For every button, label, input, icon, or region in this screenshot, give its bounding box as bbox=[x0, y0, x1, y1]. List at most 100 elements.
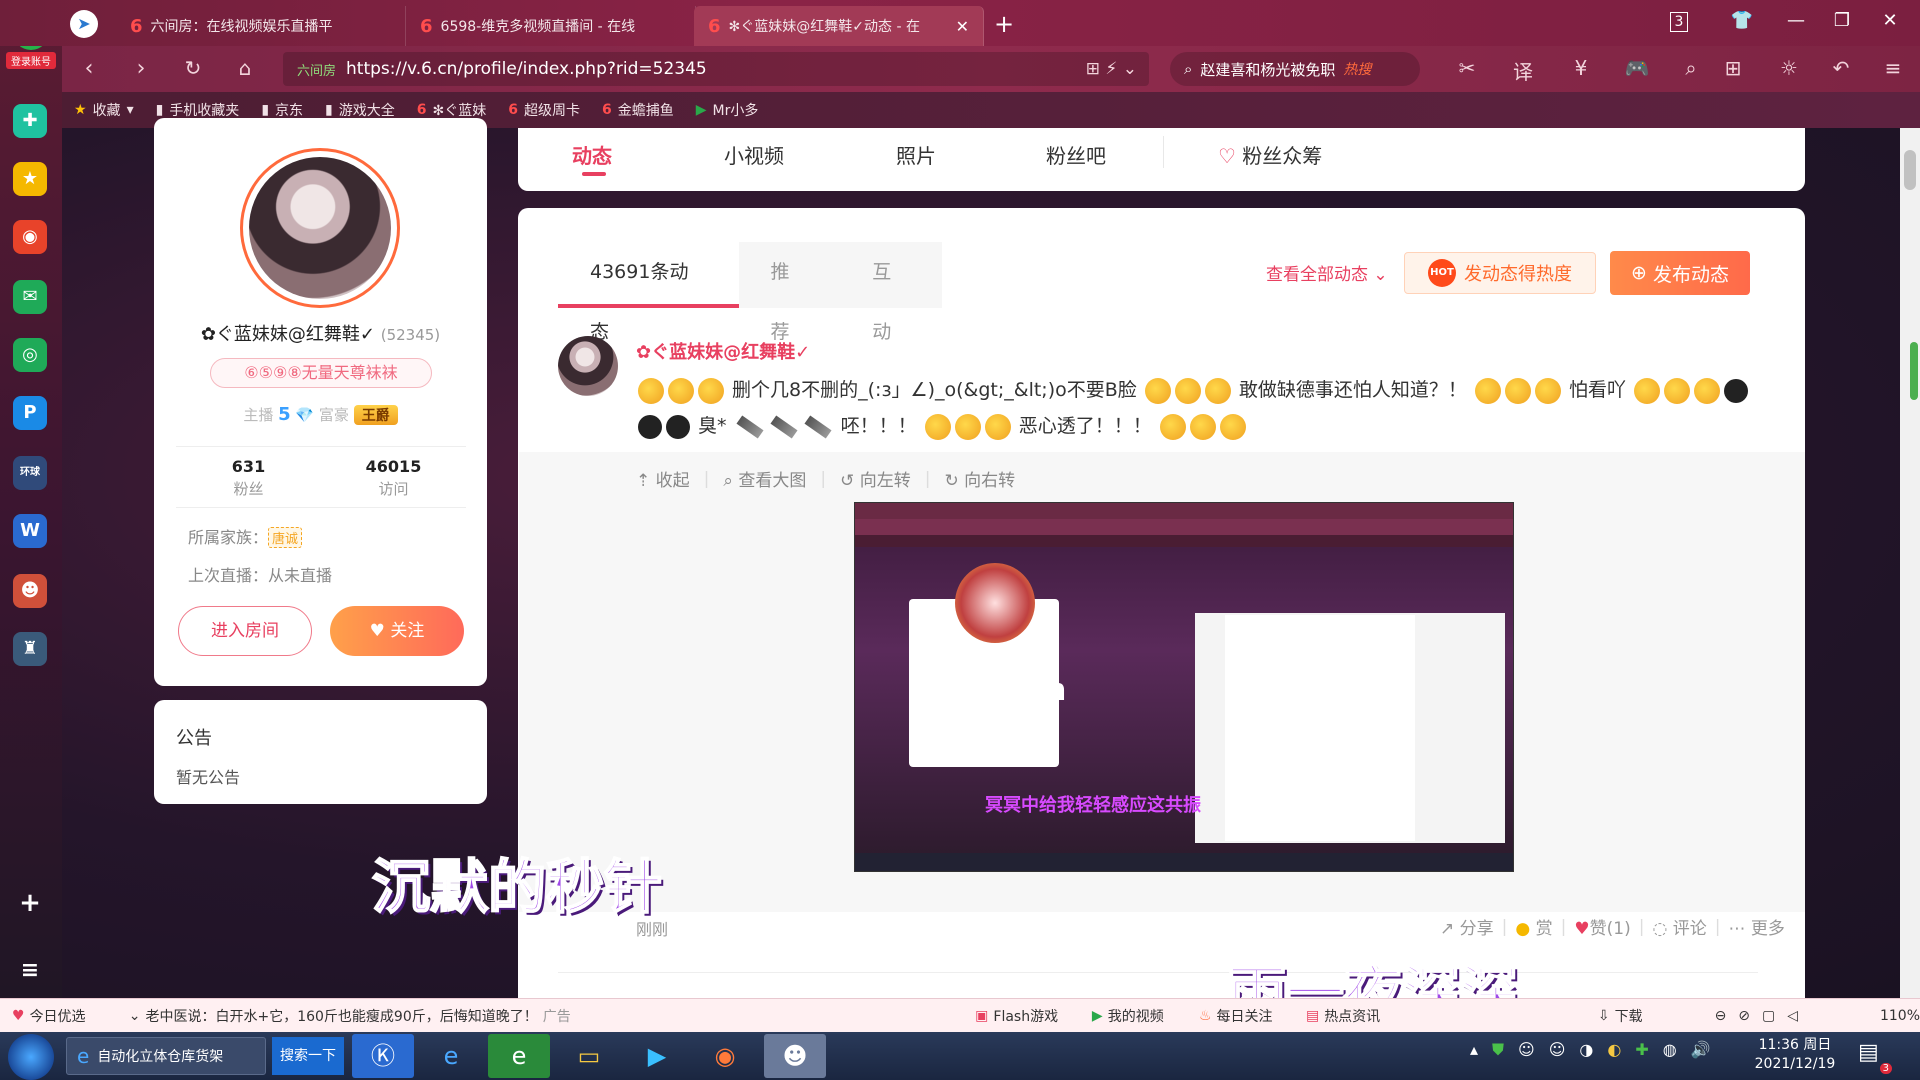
close-window-button[interactable]: ✕ bbox=[1870, 10, 1910, 31]
share-button[interactable]: ↗ 分享 bbox=[1440, 914, 1494, 939]
rotate-right-button[interactable]: ↻ 向右转 bbox=[944, 466, 1015, 491]
tab-short-videos[interactable]: 小视频 bbox=[724, 140, 784, 169]
notification-icon[interactable]: ▤ 3 bbox=[1858, 1040, 1892, 1074]
game-face-icon[interactable]: ☻ bbox=[13, 574, 47, 608]
post-author-name[interactable]: ✿ぐ蓝妹妹@红舞鞋✓ bbox=[636, 338, 810, 364]
family-badge[interactable]: 唐诚 bbox=[268, 527, 303, 548]
taskbar-folder-icon[interactable]: ▭ bbox=[558, 1034, 620, 1078]
taskbar-ie-icon[interactable]: e bbox=[420, 1034, 482, 1078]
forward-button[interactable]: › bbox=[126, 56, 156, 81]
daily-focus-link[interactable]: ♨ 每日关注 bbox=[1199, 1006, 1306, 1026]
new-tab-button[interactable]: + bbox=[984, 10, 1024, 38]
tab-photos[interactable]: 照片 bbox=[896, 140, 936, 169]
send-icon[interactable]: ➤ bbox=[70, 10, 98, 38]
bookmark-item[interactable]: ▮ 京东 bbox=[261, 100, 303, 120]
bookmark-item[interactable]: 6 ✻ぐ蓝妹 bbox=[417, 100, 486, 120]
status-tools[interactable]: ⊖⊘▢◁ bbox=[1715, 1008, 1880, 1024]
scrollbar-thumb[interactable] bbox=[1904, 150, 1916, 190]
start-button[interactable] bbox=[8, 1034, 54, 1080]
rotate-left-button[interactable]: ↺ 向左转 bbox=[840, 466, 911, 491]
feed-tab-interact[interactable]: 互动 bbox=[840, 242, 942, 343]
taskbar-6cn-icon[interactable]: ☻ bbox=[764, 1034, 826, 1078]
mail-icon[interactable]: ✉ bbox=[13, 280, 47, 314]
p-app-icon[interactable]: P bbox=[13, 396, 47, 430]
translate-icon[interactable]: 译 bbox=[1508, 56, 1538, 85]
hot-news-link[interactable]: ▤ 热点资讯 bbox=[1306, 1006, 1598, 1026]
collapse-button[interactable]: ⇡ 收起 bbox=[636, 466, 690, 491]
shirt-icon[interactable]: 👕 bbox=[1722, 10, 1762, 31]
url-tools-icon[interactable]: ⊞ ⚡ ⌄ bbox=[1086, 59, 1137, 79]
tab-counter[interactable]: 3 bbox=[1670, 12, 1688, 32]
scissors-icon[interactable]: ✂ bbox=[1452, 56, 1482, 80]
maximize-button[interactable]: ❐ bbox=[1822, 10, 1862, 31]
search-input[interactable]: ⌕ 赵建喜和杨光被免职 热搜 bbox=[1170, 52, 1420, 86]
like-button[interactable]: ♥赞(1) bbox=[1574, 914, 1630, 939]
tank-game-icon[interactable]: ♜ bbox=[13, 632, 47, 666]
tab-profile-active[interactable]: 6 ✻ぐ蓝妹妹@红舞鞋✓动态 - 在 ✕ bbox=[694, 6, 984, 46]
taskbar-k-icon[interactable]: Ⓚ bbox=[352, 1034, 414, 1078]
profile-avatar[interactable] bbox=[240, 148, 400, 308]
bookmark-item[interactable]: ▮ 手机收藏夹 bbox=[156, 100, 240, 120]
today-picks[interactable]: ♥ 今日优选 bbox=[12, 1006, 129, 1026]
tab-fan-club[interactable]: 粉丝吧 bbox=[1046, 140, 1106, 169]
bookmark-item[interactable]: ▶ Mr小多 bbox=[696, 100, 759, 120]
bookmark-item[interactable]: ★ 收藏 ▾ bbox=[74, 100, 134, 120]
undo-icon[interactable]: ↶ bbox=[1826, 56, 1856, 80]
taskbar-chrome-icon[interactable]: ◉ bbox=[694, 1034, 756, 1078]
flash-games-link[interactable]: ▣ Flash游戏 bbox=[975, 1006, 1092, 1026]
system-tray[interactable]: ▴ ⛊ ☺ ☺ ◑ ◐ ✚ ◍ 🔊 bbox=[1470, 1040, 1711, 1060]
back-button[interactable]: ‹ bbox=[74, 56, 104, 81]
taskbar-player-icon[interactable]: ▶ bbox=[626, 1034, 688, 1078]
view-all-dropdown[interactable]: 查看全部动态 ⌄ bbox=[1266, 260, 1388, 285]
plus-app-icon[interactable]: ✚ bbox=[13, 104, 47, 138]
view-large-button[interactable]: ⌕ 查看大图 bbox=[723, 466, 806, 491]
browser-menu-icon[interactable]: ≡ bbox=[1878, 56, 1908, 80]
grid-icon[interactable]: ⊞ bbox=[1718, 56, 1748, 80]
bookmark-item[interactable]: 6 金蟾捕鱼 bbox=[602, 100, 674, 120]
weibo-icon[interactable]: ◉ bbox=[13, 220, 47, 254]
login-account-button[interactable]: 登录账号 bbox=[6, 52, 56, 69]
tab-6598-live[interactable]: 6 6598-维克多视频直播间 - 在线 bbox=[406, 6, 696, 46]
downloads-link[interactable]: ⇩ 下载 bbox=[1598, 1006, 1715, 1026]
feed-tab-all[interactable]: 43691条动态 bbox=[558, 242, 739, 343]
tab-feed[interactable]: 动态 bbox=[572, 140, 612, 169]
reload-button[interactable]: ↻ bbox=[178, 56, 208, 80]
brightness-icon[interactable]: ☼ bbox=[1774, 56, 1804, 80]
tab-6cn-home[interactable]: 6 六间房：在线视频娱乐直播平 bbox=[116, 6, 406, 46]
vertical-scrollbar[interactable] bbox=[1900, 128, 1920, 998]
taskbar-search-button[interactable]: 搜索一下 bbox=[272, 1037, 344, 1075]
add-icon[interactable]: + bbox=[13, 886, 47, 920]
publish-button[interactable]: ⊕ 发布动态 bbox=[1610, 251, 1750, 295]
word-doc-icon[interactable]: W bbox=[13, 514, 47, 548]
close-tab-icon[interactable]: ✕ bbox=[956, 17, 969, 36]
bookmark-item[interactable]: 6 超级周卡 bbox=[508, 100, 580, 120]
comment-button[interactable]: ◌ 评论 bbox=[1652, 914, 1706, 939]
reward-button[interactable]: ● 赏 bbox=[1515, 914, 1552, 939]
news-ticker[interactable]: ⌄ 老中医说：白开水+它，160斤也能瘦成90斤，后悔知道晚了！ 广告 bbox=[129, 1006, 975, 1026]
feed-tab-recommend[interactable]: 推荐 bbox=[738, 242, 841, 343]
taskbar-clock[interactable]: 11:36 周日 2021/12/19 bbox=[1750, 1036, 1840, 1074]
magnifier-icon[interactable]: ⌕ bbox=[1676, 56, 1706, 80]
bookmark-item[interactable]: ▮ 游戏大全 bbox=[325, 100, 395, 120]
game-app-icon[interactable]: 环球 bbox=[13, 456, 47, 490]
hot-post-button[interactable]: HOT 发动态得热度 bbox=[1404, 252, 1596, 294]
more-button[interactable]: ⋯ 更多 bbox=[1728, 914, 1784, 939]
taskbar-browser-icon[interactable]: e bbox=[488, 1034, 550, 1078]
post-author-avatar[interactable] bbox=[558, 336, 618, 396]
fans-stat[interactable]: 631 粉丝 bbox=[176, 447, 321, 507]
my-videos-link[interactable]: ▶ 我的视频 bbox=[1092, 1006, 1199, 1026]
enter-room-button[interactable]: 进入房间 bbox=[178, 606, 312, 656]
taskbar-ie-window[interactable]: e 自动化立体仓库货架 bbox=[66, 1037, 266, 1075]
url-input[interactable]: 六间房 https://v.6.cn/profile/index.php?rid… bbox=[283, 52, 1149, 86]
follow-button[interactable]: ♥ 关注 bbox=[330, 606, 464, 656]
post-screenshot-image[interactable]: 6.cn 冥冥中给我轻轻感应这共振 bbox=[854, 502, 1514, 872]
zoom-level[interactable]: 110% bbox=[1880, 1008, 1920, 1024]
favorites-star-icon[interactable]: ★ bbox=[13, 162, 47, 196]
chat-icon[interactable]: ◎ bbox=[13, 338, 47, 372]
coin-icon[interactable]: ¥ bbox=[1566, 56, 1596, 80]
gamepad-icon[interactable]: 🎮 bbox=[1622, 56, 1652, 80]
home-button[interactable]: ⌂ bbox=[230, 56, 260, 80]
minimize-button[interactable]: — bbox=[1776, 10, 1816, 31]
tab-crowdfunding[interactable]: ♡ 粉丝众筹 bbox=[1218, 140, 1322, 169]
menu-list-icon[interactable]: ≡ bbox=[13, 954, 47, 988]
